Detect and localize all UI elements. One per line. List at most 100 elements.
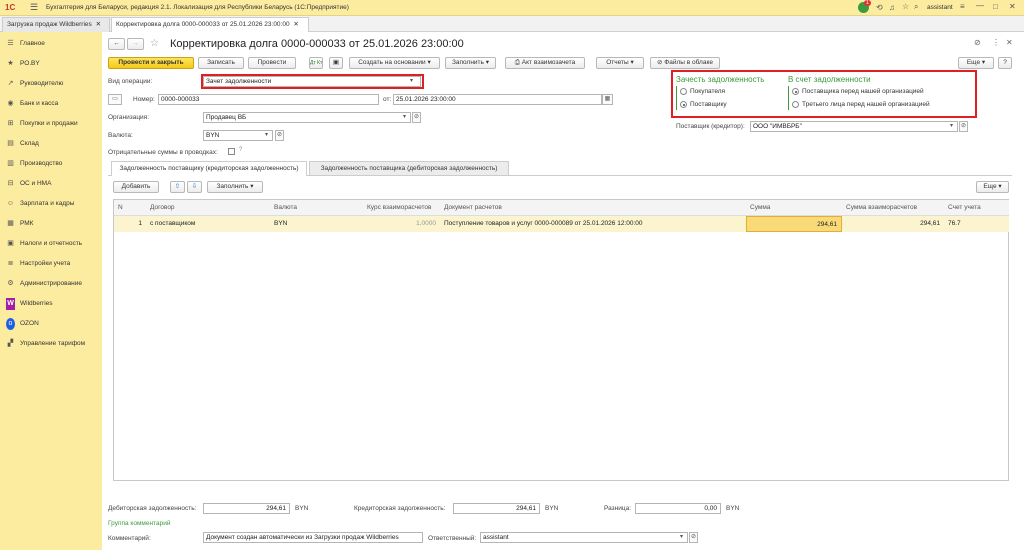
tab-wildberries-import[interactable]: Загрузка продаж Wildberries ✕ (2, 17, 110, 32)
sidebar-item-taxes[interactable]: ▣ Налоги и отчетность (6, 238, 82, 250)
favorites-star-icon[interactable]: ☆ (902, 2, 909, 11)
offset-radio-supplier[interactable]: Поставщику (680, 101, 727, 108)
user-name[interactable]: assistant (927, 4, 953, 11)
credit-debt-label: Кредиторская задолженность: (354, 505, 446, 512)
organization-field[interactable]: Продавец ВБ (203, 112, 411, 123)
offset-radio-buyer[interactable]: Покупателя (680, 88, 725, 95)
add-row-button[interactable]: Добавить (113, 181, 159, 193)
table-cell-rate[interactable]: 1,0000 (363, 216, 440, 232)
sidebar-item-admin[interactable]: ⚙ Администрирование (6, 278, 82, 290)
sidebar-item-assets[interactable]: ⊟ ОС и НМА (6, 178, 52, 190)
more-button[interactable]: Еще ▾ (958, 57, 994, 69)
netting-act-button[interactable]: ⎙ Акт взаимозачета (505, 57, 585, 69)
table-cell-currency[interactable]: BYN (270, 216, 363, 232)
number-field[interactable]: 0000-000033 (158, 94, 379, 105)
negative-sums-checkbox[interactable] (228, 148, 235, 155)
column-header-n[interactable]: N (114, 200, 146, 216)
open-supplier-icon[interactable]: ⊘ (959, 121, 968, 132)
currency-field[interactable]: BYN (203, 130, 273, 141)
sidebar-item-director[interactable]: ↗ Руководителю (6, 78, 64, 90)
cart-icon: ⊞ (7, 120, 14, 127)
table-fill-button[interactable]: Заполнить ▾ (207, 181, 263, 193)
tab-debtor-debt[interactable]: Задолженность поставщика (дебиторская за… (309, 161, 509, 175)
open-organization-icon[interactable]: ⊘ (412, 112, 421, 123)
chevron-down-icon[interactable]: ▾ (680, 533, 683, 540)
open-responsible-icon[interactable]: ⊘ (689, 532, 698, 543)
table-cell-sum[interactable]: 294,61 (746, 216, 842, 232)
open-currency-icon[interactable]: ⊘ (275, 130, 284, 141)
move-down-button[interactable]: ⇩ (187, 181, 202, 193)
comments-group-toggle[interactable]: Группа комментарий (108, 520, 170, 527)
chevron-down-icon[interactable]: ▾ (403, 113, 406, 120)
fill-button[interactable]: Заполнить ▾ (445, 57, 496, 69)
sidebar-item-tariff[interactable]: ▞ Управление тарифом (6, 338, 85, 350)
sidebar-item-warehouse[interactable]: ▤ Склад (6, 138, 39, 150)
against-radio-supplier[interactable]: Поставщика перед нашей организацией (792, 88, 924, 95)
sidebar-item-settings[interactable]: ≣ Настройки учета (6, 258, 71, 270)
supplier-field[interactable]: ООО "ИМВБРБ" (750, 121, 958, 132)
create-based-on-button[interactable]: Создать на основании ▾ (349, 57, 440, 69)
close-tab-icon[interactable]: ✕ (96, 21, 101, 28)
history-icon[interactable]: ⟲ (876, 3, 883, 12)
column-header-sum[interactable]: Сумма (746, 200, 842, 216)
column-header-document[interactable]: Документ расчетов (440, 200, 746, 216)
against-radio-third-party[interactable]: Третьего лица перед нашей организацией (792, 101, 930, 108)
responsible-field[interactable]: assistant (480, 532, 688, 543)
structure-button[interactable]: ▣ (329, 57, 343, 69)
dt-kt-button[interactable]: Дт Кт (309, 57, 323, 69)
reports-button[interactable]: Отчеты ▾ (596, 57, 644, 69)
post-and-close-button[interactable]: Провести и закрыть (108, 57, 194, 69)
difference-value: 0,00 (635, 503, 721, 514)
search-icon[interactable]: ⌕ (914, 2, 918, 12)
help-button[interactable]: ? (998, 57, 1012, 69)
sidebar-item-main[interactable]: ☰ Главное (6, 38, 44, 50)
sidebar-item-ozon[interactable]: o OZON (6, 318, 39, 330)
date-field[interactable]: 25.01.2026 23:00:00 (393, 94, 602, 105)
settings-icon[interactable]: ≡ (960, 2, 965, 11)
link-icon[interactable]: ⊘ (974, 38, 981, 47)
sidebar-item-production[interactable]: ▥ Производство (6, 158, 62, 170)
table-more-button[interactable]: Еще ▾ (976, 181, 1009, 193)
more-actions-icon[interactable]: ⋮ (992, 38, 1000, 47)
tab-debt-correction[interactable]: Корректировка долга 0000-000033 от 25.01… (111, 17, 309, 32)
sidebar-item-salary[interactable]: ☺ Зарплата и кадры (6, 198, 74, 210)
move-up-button[interactable]: ⇧ (170, 181, 185, 193)
column-header-rate[interactable]: Курс взаиморасчетов (363, 200, 440, 216)
forward-button[interactable]: → (127, 38, 144, 50)
post-button[interactable]: Провести (248, 57, 296, 69)
bell-icon[interactable]: ♫ (889, 3, 895, 12)
sidebar-item-wildberries[interactable]: W Wildberries (6, 298, 53, 310)
column-header-account[interactable]: Счет учета (944, 200, 1009, 216)
number-label: Номер: (133, 96, 155, 103)
table-cell-n[interactable]: 1 (114, 216, 146, 232)
main-menu-icon[interactable]: ☰ (30, 2, 38, 13)
table-cell-settlement-sum[interactable]: 294,61 (842, 216, 944, 232)
tab-creditor-debt[interactable]: Задолженность поставщику (кредиторская з… (111, 161, 307, 176)
column-header-contract[interactable]: Договор (146, 200, 270, 216)
column-header-settlement-sum[interactable]: Сумма взаиморасчетов (842, 200, 944, 216)
close-form-icon[interactable]: ✕ (1006, 38, 1013, 47)
back-button[interactable]: ← (108, 38, 125, 50)
calendar-icon[interactable]: ▦ (602, 94, 613, 105)
close-tab-icon[interactable]: ✕ (293, 21, 298, 28)
offset-group-bar (676, 86, 677, 110)
chevron-down-icon[interactable]: ▾ (950, 122, 953, 129)
minimize-icon[interactable]: — (976, 1, 984, 10)
favorite-star-icon[interactable]: ☆ (150, 38, 159, 49)
sidebar-item-ro-by[interactable]: ★ РО.BY (6, 58, 39, 70)
comment-field[interactable]: Документ создан автоматически из Загрузк… (203, 532, 423, 543)
column-header-currency[interactable]: Валюта (270, 200, 363, 216)
document-number-icon[interactable]: ▭ (108, 94, 122, 105)
help-icon[interactable]: ? (239, 147, 242, 153)
sidebar-item-rmk[interactable]: ▦ РМК (6, 218, 33, 230)
close-window-icon[interactable]: ✕ (1009, 2, 1016, 11)
save-button[interactable]: Записать (198, 57, 244, 69)
chevron-down-icon[interactable]: ▾ (265, 131, 268, 138)
sidebar-item-bank[interactable]: ◉ Банк и касса (6, 98, 58, 110)
cloud-files-button[interactable]: ⊘ Файлы в облаке (650, 57, 720, 69)
maximize-icon[interactable]: □ (993, 2, 998, 11)
table-cell-contract[interactable]: с поставщиком (146, 216, 270, 232)
table-cell-account[interactable]: 76.7 (944, 216, 1009, 232)
sidebar-item-sales[interactable]: ⊞ Покупки и продажи (6, 118, 78, 130)
table-cell-document[interactable]: Поступление товаров и услуг 0000-000089 … (440, 216, 746, 232)
